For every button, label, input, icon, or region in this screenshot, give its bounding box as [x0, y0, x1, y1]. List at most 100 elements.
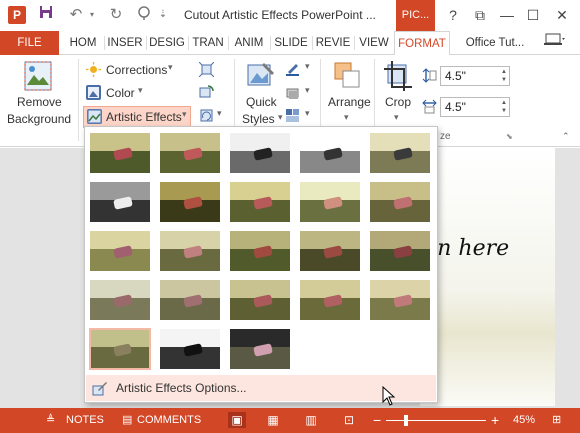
artistic-effect-normal[interactable]: [89, 132, 151, 174]
color-button[interactable]: Color: [106, 86, 135, 100]
close-button[interactable]: ✕: [551, 5, 573, 25]
quick-styles-label-line2[interactable]: Styles: [242, 112, 275, 126]
reset-picture-dropdown-icon[interactable]: ▾: [217, 108, 222, 119]
shape-height-input[interactable]: 4.5" ▲ ▼: [440, 66, 510, 86]
crop-label[interactable]: Crop: [385, 95, 411, 109]
artistic-effect-crisscross[interactable]: [299, 279, 361, 321]
artistic-effect-paint-strokes[interactable]: [159, 181, 221, 223]
artistic-effect-light-screen[interactable]: [89, 230, 151, 272]
height-spinner-icon[interactable]: ▲ ▼: [501, 68, 507, 84]
notes-icon[interactable]: ≜: [46, 408, 55, 433]
size-dialog-launcher-icon[interactable]: ⬊: [506, 132, 513, 141]
comments-icon[interactable]: ▤: [122, 408, 132, 433]
arrange-label[interactable]: Arrange: [328, 95, 371, 109]
picture-layout-dropdown-icon[interactable]: ▾: [305, 108, 310, 119]
present-icon[interactable]: [134, 5, 154, 25]
comments-button[interactable]: COMMENTS: [137, 408, 201, 433]
zoom-level[interactable]: 45%: [513, 408, 535, 433]
ribbon-tabs: FILE HOM INSER DESIG TRAN ANIM SLIDE REV…: [0, 31, 580, 56]
shape-width-input[interactable]: 4.5" ▲ ▼: [440, 97, 510, 117]
artistic-effect-mosaic[interactable]: [299, 230, 361, 272]
zoom-slider-thumb[interactable]: [404, 415, 408, 426]
undo-dropdown-icon[interactable]: ▾: [86, 5, 98, 25]
color-icon[interactable]: [86, 85, 101, 100]
quick-styles-icon[interactable]: [246, 61, 276, 91]
maximize-button[interactable]: ☐: [522, 5, 544, 25]
quick-styles-label[interactable]: Quick: [246, 95, 277, 109]
artistic-effect-film-grain[interactable]: [369, 230, 431, 272]
artistic-effect-cutout[interactable]: [229, 230, 291, 272]
crop-dropdown-icon[interactable]: ▾: [394, 112, 399, 123]
fit-slide-icon[interactable]: ⊞: [552, 408, 561, 433]
artistic-effect-cement[interactable]: [159, 279, 221, 321]
zoom-slider[interactable]: [386, 420, 486, 421]
corrections-icon[interactable]: [86, 62, 101, 77]
shape-height-icon: [422, 68, 437, 83]
zoom-in-button[interactable]: +: [491, 408, 499, 433]
compress-pictures-icon[interactable]: [198, 61, 215, 78]
customize-qat-icon[interactable]: ⇣: [156, 5, 170, 25]
artistic-effect-blur[interactable]: [369, 181, 431, 223]
arrange-dropdown-icon[interactable]: ▾: [344, 112, 349, 123]
tab-review[interactable]: REVIE: [314, 31, 352, 55]
remove-background-label-line2[interactable]: Background: [7, 112, 71, 126]
reading-view-icon[interactable]: ▥: [302, 412, 320, 428]
tab-account[interactable]: Office Tut...: [458, 31, 532, 55]
artistic-effect-watercolor[interactable]: [159, 230, 221, 272]
slide-show-view-icon[interactable]: ⊡: [340, 412, 358, 428]
tab-insert[interactable]: INSER: [106, 31, 144, 55]
artistic-effect-texturizer[interactable]: [229, 279, 291, 321]
artistic-effect-photocopy[interactable]: [159, 328, 221, 370]
tab-view[interactable]: VIEW: [356, 31, 392, 55]
undo-icon[interactable]: ↶: [66, 5, 86, 25]
change-picture-icon[interactable]: [199, 85, 214, 100]
width-spinner-icon[interactable]: ▲ ▼: [501, 99, 507, 115]
corrections-dropdown-icon[interactable]: ▾: [168, 62, 173, 73]
account-icon[interactable]: [538, 31, 572, 55]
artistic-effect-pencil-grayscale[interactable]: [229, 132, 291, 174]
slide-sorter-view-icon[interactable]: ▦: [264, 412, 282, 428]
remove-background-label[interactable]: Remove: [17, 95, 62, 109]
artistic-effect-plastic-wrap[interactable]: [89, 328, 151, 370]
picture-border-icon[interactable]: [285, 61, 300, 76]
corrections-button[interactable]: Corrections: [106, 63, 167, 77]
tab-design[interactable]: DESIG: [148, 31, 186, 55]
artistic-effect-chalk[interactable]: [89, 181, 151, 223]
artistic-effect-marker[interactable]: [159, 132, 221, 174]
artistic-effect-glow-edges[interactable]: [229, 328, 291, 370]
help-button[interactable]: ?: [442, 5, 464, 25]
artistic-effect-glass[interactable]: [89, 279, 151, 321]
picture-border-dropdown-icon[interactable]: ▾: [305, 61, 310, 72]
tab-animations[interactable]: ANIM: [230, 31, 268, 55]
tab-file[interactable]: FILE: [0, 31, 59, 55]
notes-button[interactable]: NOTES: [66, 408, 104, 433]
artistic-effect-glow-diffused[interactable]: [299, 181, 361, 223]
arrange-icon[interactable]: [333, 61, 361, 91]
powerpoint-app-icon[interactable]: P: [8, 6, 26, 24]
tab-transitions[interactable]: TRAN: [190, 31, 226, 55]
color-dropdown-icon[interactable]: ▾: [138, 85, 143, 96]
zoom-out-button[interactable]: −: [373, 408, 381, 433]
redo-icon[interactable]: ↻: [106, 5, 126, 25]
save-icon[interactable]: [36, 5, 56, 25]
picture-effects-icon[interactable]: [285, 85, 300, 100]
tab-home[interactable]: HOM: [64, 31, 102, 55]
artistic-effect-pastels[interactable]: [369, 279, 431, 321]
reset-picture-icon[interactable]: [199, 108, 214, 123]
tab-slide-show[interactable]: SLIDE: [272, 31, 310, 55]
remove-background-icon[interactable]: [24, 61, 52, 91]
normal-view-icon[interactable]: ▣: [228, 412, 246, 428]
picture-layout-icon[interactable]: [285, 108, 300, 123]
artistic-effect-pencil-sketch[interactable]: [299, 132, 361, 174]
slide-canvas[interactable]: on here: [420, 148, 555, 406]
tab-format[interactable]: FORMAT: [394, 31, 450, 56]
picture-tools-contextual-tab: PIC...: [396, 0, 435, 31]
minimize-button[interactable]: —: [496, 5, 518, 25]
quick-styles-dropdown-icon[interactable]: ▾: [278, 112, 283, 123]
picture-effects-dropdown-icon[interactable]: ▾: [305, 85, 310, 96]
collapse-ribbon-icon[interactable]: ⌃: [562, 131, 570, 142]
ribbon-display-options-button[interactable]: ⧉: [469, 5, 491, 25]
crop-icon[interactable]: [384, 61, 412, 91]
artistic-effect-line-drawing[interactable]: [369, 132, 431, 174]
artistic-effect-paint-brush[interactable]: [229, 181, 291, 223]
